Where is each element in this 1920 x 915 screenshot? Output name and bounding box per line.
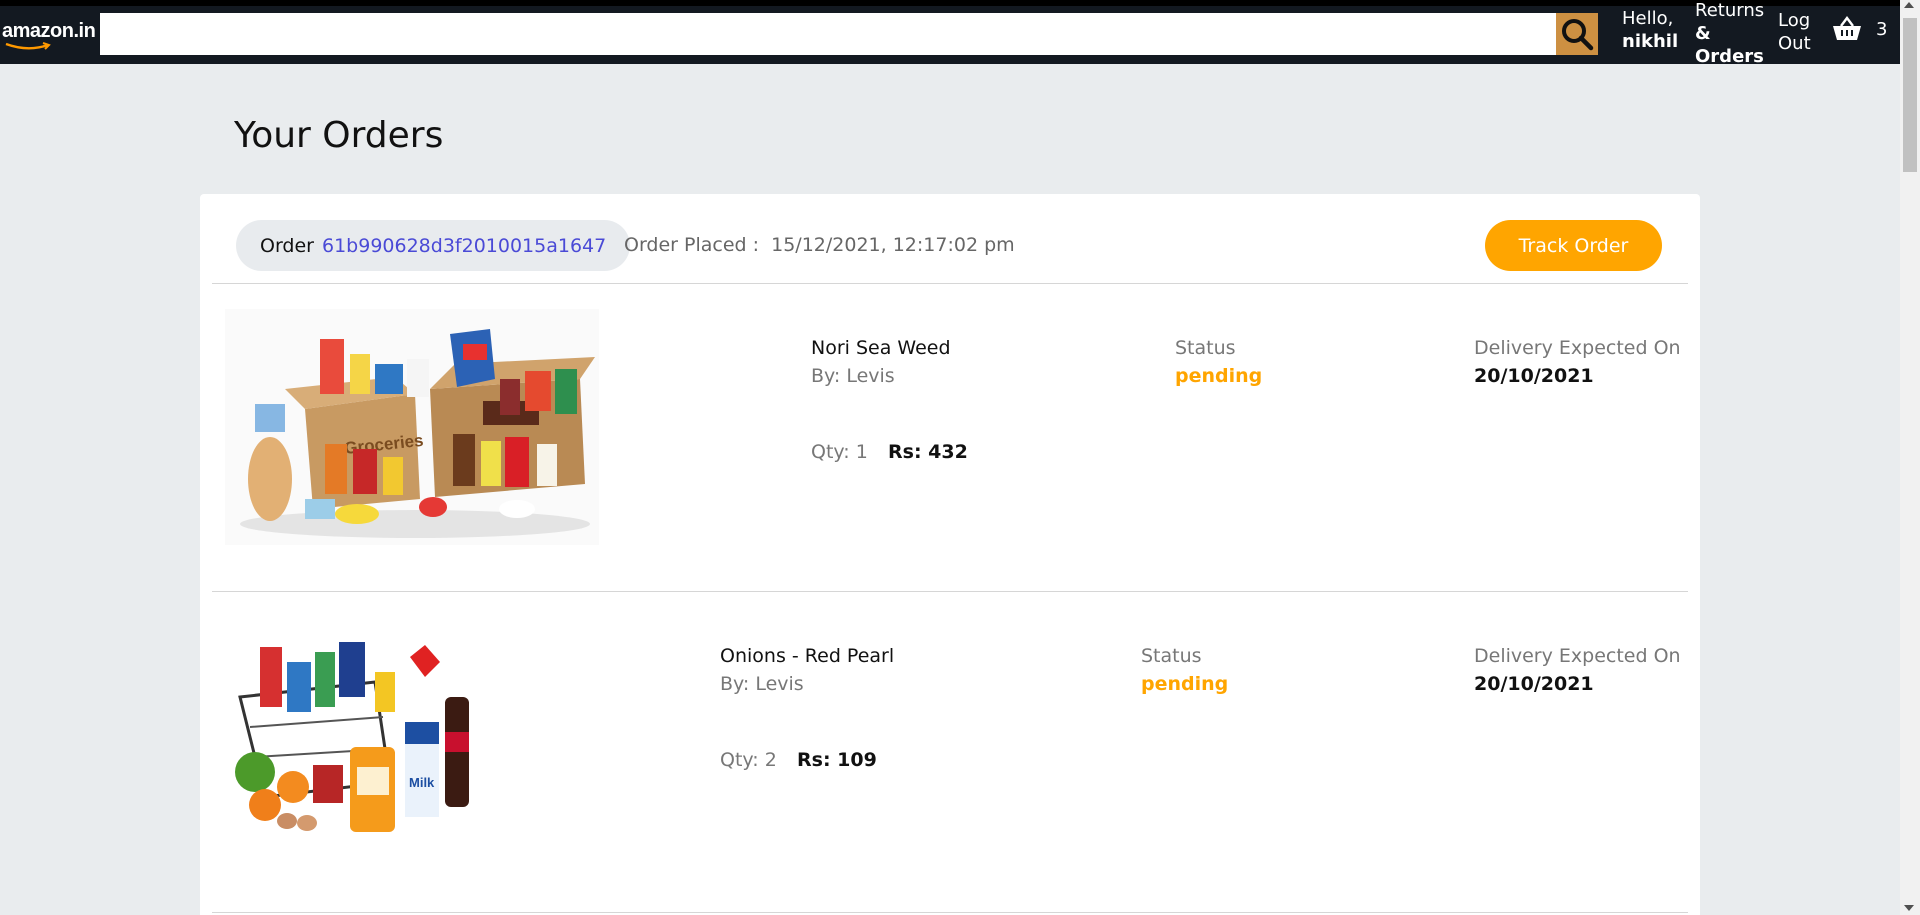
status-badge: pending (1141, 673, 1229, 695)
navbar: amazon.in Hello, nikhil Returns & Orders… (0, 0, 1900, 67)
delivery-label: Delivery Expected On (1474, 645, 1681, 667)
delivery-date: 20/10/2021 (1474, 365, 1594, 387)
returns-line: Returns (1695, 0, 1765, 21)
scroll-thumb[interactable] (1903, 18, 1917, 172)
greeting-line: Hello, (1622, 8, 1674, 29)
divider (212, 912, 1688, 913)
nav-greeting[interactable]: Hello, nikhil (1622, 7, 1678, 53)
item-name[interactable]: Nori Sea Weed (811, 337, 951, 359)
amazon-logo[interactable]: amazon.in (0, 14, 96, 58)
scroll-up-arrow-icon[interactable] (1904, 2, 1914, 8)
nav-returns-orders[interactable]: Returns & Orders (1695, 0, 1764, 68)
search-icon (1562, 19, 1594, 51)
order-placed-time: 15/12/2021, 12:17:02 pm (771, 234, 1015, 256)
status-badge: pending (1175, 365, 1263, 387)
basket-icon (1833, 16, 1861, 40)
scroll-down-arrow-icon[interactable] (1904, 905, 1914, 911)
nav-logout[interactable]: Log Out (1778, 9, 1811, 55)
logout-line2: Out (1778, 33, 1811, 54)
delivery-label: Delivery Expected On (1474, 337, 1681, 359)
order-header: Order 61b990628d3f2010015a1647 Order Pla… (200, 194, 1700, 284)
orders-line: & Orders (1695, 23, 1764, 67)
order-item: Groceries Nori Sea Weed By: Levis Qty: 1… (200, 284, 1700, 592)
status-label: Status (1175, 337, 1236, 359)
grocery-basket-image: Milk (225, 637, 477, 837)
order-placed: Order Placed : 15/12/2021, 12:17:02 pm (624, 234, 1015, 256)
item-name[interactable]: Onions - Red Pearl (720, 645, 894, 667)
item-seller: By: Levis (720, 673, 804, 695)
groceries-box-image: Groceries (225, 309, 599, 545)
order-item: Milk Onions - Red Pearl By: Levis Qty: 2… (200, 592, 1700, 900)
order-placed-label: Order Placed : (624, 234, 760, 256)
logout-line1: Log (1778, 10, 1811, 31)
item-qty: Qty: 2 (720, 749, 777, 771)
svg-text:Milk: Milk (409, 775, 435, 790)
delivery-date: 20/10/2021 (1474, 673, 1594, 695)
search-input[interactable] (100, 13, 1556, 55)
basket-button[interactable]: 3 (1832, 16, 1887, 42)
order-id-badge: Order 61b990628d3f2010015a1647 (236, 220, 631, 271)
item-qty: Qty: 1 (811, 441, 868, 463)
item-price: Rs: 109 (797, 749, 877, 771)
order-label: Order (260, 234, 314, 257)
item-price: Rs: 432 (888, 441, 968, 463)
basket-count: 3 (1876, 18, 1888, 40)
search-button[interactable] (1556, 13, 1598, 55)
page-title: Your Orders (234, 115, 444, 156)
item-seller: By: Levis (811, 365, 895, 387)
logo-text: amazon.in (2, 20, 96, 42)
page-scrollbar[interactable] (1900, 0, 1920, 915)
order-card: Order 61b990628d3f2010015a1647 Order Pla… (200, 194, 1700, 915)
track-order-button[interactable]: Track Order (1485, 220, 1662, 271)
smile-arrow-icon (5, 42, 51, 50)
order-id: 61b990628d3f2010015a1647 (322, 234, 607, 257)
user-name: nikhil (1622, 31, 1679, 52)
status-label: Status (1141, 645, 1202, 667)
